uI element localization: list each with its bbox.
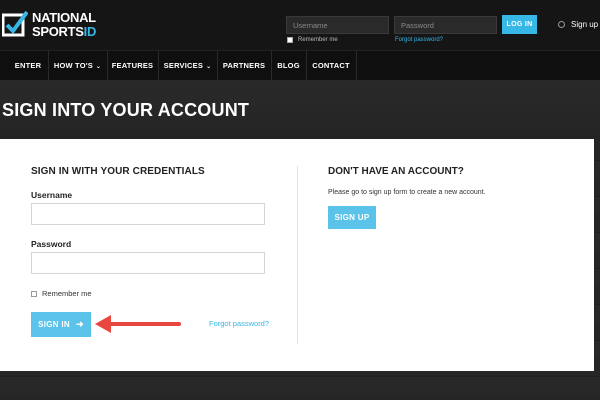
password-field[interactable]: [31, 252, 265, 274]
nav-item-enter[interactable]: ENTER: [8, 51, 48, 81]
top-username-input[interactable]: [286, 16, 389, 34]
signup-button[interactable]: SIGN UP: [328, 206, 376, 229]
chevron-down-icon: ⌄: [206, 64, 212, 70]
top-signup-label: Sign up: [571, 20, 599, 29]
top-remember-me[interactable]: Remember me: [287, 37, 338, 43]
main-nav: ENTER HOW TO'S ⌄ FEATURES SERVICES ⌄ PARTN…: [0, 50, 600, 81]
logo[interactable]: NATIONAL SPORTSID: [2, 10, 98, 42]
remember-label: Remember me: [42, 289, 92, 298]
top-signup-link[interactable]: Sign up: [558, 20, 598, 29]
column-divider: [297, 166, 298, 344]
remember-checkbox[interactable]: [31, 290, 37, 297]
nav-item-partners[interactable]: PARTNERS: [217, 51, 271, 81]
remember-me[interactable]: Remember me: [31, 289, 92, 298]
no-account-heading: DON'T HAVE AN ACCOUNT?: [328, 166, 464, 177]
signin-button[interactable]: SIGN IN ➜: [31, 312, 91, 337]
nav-item-services[interactable]: SERVICES ⌄: [158, 51, 217, 81]
top-remember-checkbox[interactable]: [287, 37, 293, 43]
signin-heading: SIGN IN WITH YOUR CREDENTIALS: [31, 166, 205, 177]
nav-item-blog[interactable]: BLOG: [271, 51, 306, 81]
nav-item-how-tos[interactable]: HOW TO'S ⌄: [48, 51, 107, 81]
top-login-button[interactable]: LOG IN: [502, 15, 537, 34]
top-password-input[interactable]: [394, 16, 497, 34]
signup-description: Please go to sign up form to create a ne…: [328, 189, 486, 196]
top-bar: NATIONAL SPORTSID LOG IN Remember me For…: [0, 0, 600, 50]
page-title: SIGN INTO YOUR ACCOUNT: [2, 100, 250, 120]
nav-divider: [356, 51, 357, 81]
user-circle-icon: [558, 21, 565, 28]
signin-card: SIGN IN WITH YOUR CREDENTIALS Username P…: [0, 139, 594, 371]
username-field[interactable]: [31, 203, 265, 225]
top-remember-label: Remember me: [298, 37, 338, 43]
top-forgot-password-link[interactable]: Forgot password?: [395, 37, 443, 43]
logo-text-line2: SPORTSID: [32, 24, 97, 39]
logo-text-line1: NATIONAL: [32, 10, 96, 25]
forgot-password-link[interactable]: Forgot password?: [209, 319, 269, 328]
nav-item-features[interactable]: FEATURES: [107, 51, 158, 81]
checkmark-logo-icon: [2, 10, 28, 37]
chevron-down-icon: ⌄: [95, 64, 102, 70]
username-label: Username: [31, 190, 73, 200]
nav-item-contact[interactable]: CONTACT: [306, 51, 356, 81]
password-label: Password: [31, 239, 72, 249]
signin-button-label: SIGN IN: [38, 320, 71, 329]
hero-banner: SIGN INTO YOUR ACCOUNT: [0, 80, 600, 142]
signin-arrow-icon: ➜: [76, 319, 84, 329]
annotation-arrow-icon: [95, 315, 181, 333]
